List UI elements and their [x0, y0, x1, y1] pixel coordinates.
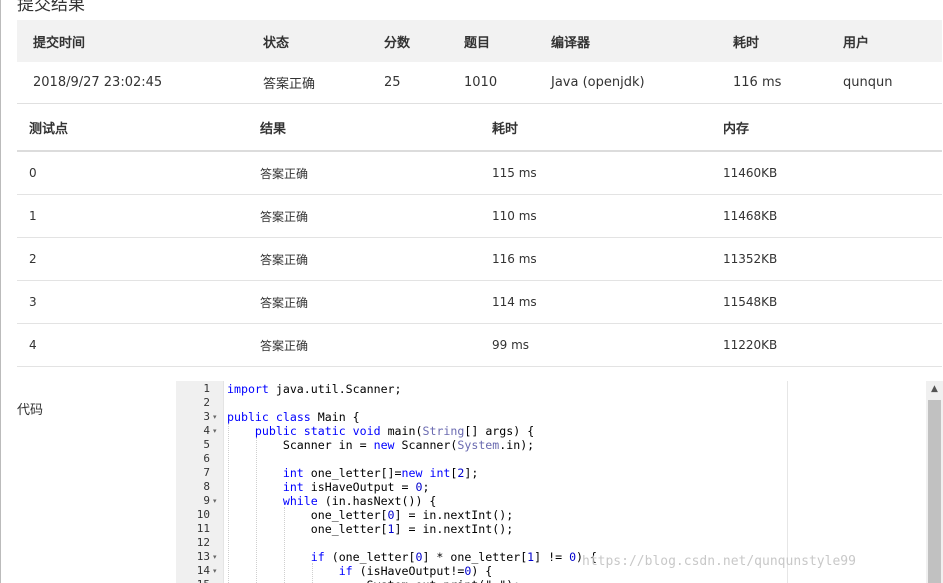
header-user: 用户 [827, 20, 942, 62]
elapsed-time: 116 ms [717, 62, 827, 104]
code-line: Scanner in = new Scanner(System.in); [227, 438, 535, 452]
line-number: 4 [203, 424, 210, 437]
code-line: int isHaveOutput = 0; [282, 480, 430, 494]
fold-arrow-icon[interactable]: ▾ [213, 494, 217, 508]
submission-row: 2018/9/27 23:02:45 答案正确 25 1010 Java (op… [17, 62, 942, 104]
header-score: 分数 [368, 20, 448, 62]
line-number: 6 [203, 452, 210, 465]
scroll-thumb[interactable] [928, 400, 941, 583]
line-number: 7 [203, 466, 210, 479]
problem-link[interactable]: 1010 [448, 62, 535, 104]
page-title: 提交结果 [17, 0, 85, 15]
testcase-id: 2 [17, 237, 248, 281]
header-elapsed: 耗时 [717, 20, 827, 62]
header-testcase: 测试点 [17, 105, 248, 152]
table-row: 1 答案正确 110 ms 11468KB [17, 194, 942, 238]
compiler: Java (openjdk) [535, 62, 717, 104]
line-number: 5 [203, 438, 210, 451]
line-number: 12 [196, 536, 210, 549]
testcase-memory: 11460KB [711, 151, 942, 195]
header-time: 耗时 [480, 105, 711, 152]
testcase-memory: 11352KB [711, 237, 942, 281]
code-line: if (one_letter[0] * one_letter[1] != 0) … [310, 550, 597, 564]
fold-arrow-icon[interactable]: ▾ [213, 410, 217, 424]
header-result: 结果 [248, 105, 480, 152]
testcase-id: 0 [17, 151, 248, 195]
line-number: 11 [196, 522, 210, 535]
header-compiler: 编译器 [535, 20, 717, 62]
code-line: one_letter[1] = in.nextInt(); [227, 522, 514, 536]
submission-header-row: 提交时间 状态 分数 题目 编译器 耗时 用户 [17, 20, 942, 62]
testcase-time: 99 ms [480, 323, 711, 367]
testcase-time: 116 ms [480, 237, 711, 281]
code-text-area[interactable]: import java.util.Scanner; public class Ma… [227, 381, 927, 583]
table-row: 3 答案正确 114 ms 11548KB [17, 280, 942, 324]
user-name[interactable]: qunqun [827, 62, 942, 104]
submit-time: 2018/9/27 23:02:45 [17, 62, 247, 104]
line-number: 13 [196, 550, 210, 563]
line-number: 8 [203, 480, 210, 493]
score: 25 [368, 62, 448, 104]
testcase-time: 115 ms [480, 151, 711, 195]
testcase-time: 110 ms [480, 194, 711, 238]
line-number: 10 [196, 508, 210, 521]
testcase-result: 答案正确 [248, 237, 480, 281]
code-editor[interactable]: 123▾4▾56789▾10111213▾14▾15 import java.u… [176, 381, 943, 583]
header-memory: 内存 [711, 105, 942, 152]
code-line: public static void main(String[] args) { [254, 424, 535, 438]
code-line: import java.util.Scanner; [227, 382, 402, 396]
status-accepted[interactable]: 答案正确 [247, 62, 368, 104]
table-row: 4 答案正确 99 ms 11220KB [17, 323, 942, 367]
line-number: 15 [176, 578, 210, 583]
table-row: 2 答案正确 116 ms 11352KB [17, 237, 942, 281]
line-number: 9 [203, 494, 210, 507]
watermark: https://blog.csdn.net/qunqunstyle99 [582, 554, 856, 569]
code-line: System.out.print(" "); [227, 578, 521, 583]
testcase-id: 3 [17, 280, 248, 324]
testcase-memory: 11468KB [711, 194, 942, 238]
testcase-id: 4 [17, 323, 248, 367]
submission-table: 提交时间 状态 分数 题目 编译器 耗时 用户 2018/9/27 23:02:… [17, 20, 942, 104]
fold-arrow-icon[interactable]: ▾ [213, 564, 217, 578]
code-line: one_letter[0] = in.nextInt(); [227, 508, 514, 522]
line-number: 1 [203, 382, 210, 395]
scroll-up-icon[interactable]: ▲ [926, 381, 943, 398]
code-line: while (in.hasNext()) { [282, 494, 437, 508]
header-status: 状态 [247, 20, 368, 62]
vertical-scrollbar[interactable]: ▲ [926, 381, 943, 583]
testcase-time: 114 ms [480, 280, 711, 324]
testcase-result: 答案正确 [248, 280, 480, 324]
line-number: 2 [203, 396, 210, 409]
testcase-result: 答案正确 [248, 323, 480, 367]
testcase-header-row: 测试点 结果 耗时 内存 [17, 105, 942, 152]
testcase-id: 1 [17, 194, 248, 238]
code-line: int one_letter[]=new int[2]; [282, 466, 479, 480]
window-edge [0, 0, 1, 583]
testcase-result: 答案正确 [248, 151, 480, 195]
line-number-gutter: 123▾4▾56789▾10111213▾14▾15 [176, 381, 224, 583]
fold-arrow-icon[interactable]: ▾ [213, 550, 217, 564]
testcase-result: 答案正确 [248, 194, 480, 238]
fold-arrow-icon[interactable]: ▾ [213, 424, 217, 438]
testcase-table: 测试点 结果 耗时 内存 0 答案正确 115 ms 11460KB 1 答案正… [17, 105, 942, 367]
table-row: 0 答案正确 115 ms 11460KB [17, 151, 942, 195]
testcase-memory: 11548KB [711, 280, 942, 324]
header-problem: 题目 [448, 20, 535, 62]
line-number: 3 [203, 410, 210, 423]
line-number: 14 [196, 564, 210, 577]
header-submit-time: 提交时间 [17, 20, 247, 62]
testcase-memory: 11220KB [711, 323, 942, 367]
code-label: 代码 [17, 403, 44, 418]
code-line: public class Main { [227, 410, 360, 424]
code-line: if (isHaveOutput!=0) { [338, 564, 493, 578]
